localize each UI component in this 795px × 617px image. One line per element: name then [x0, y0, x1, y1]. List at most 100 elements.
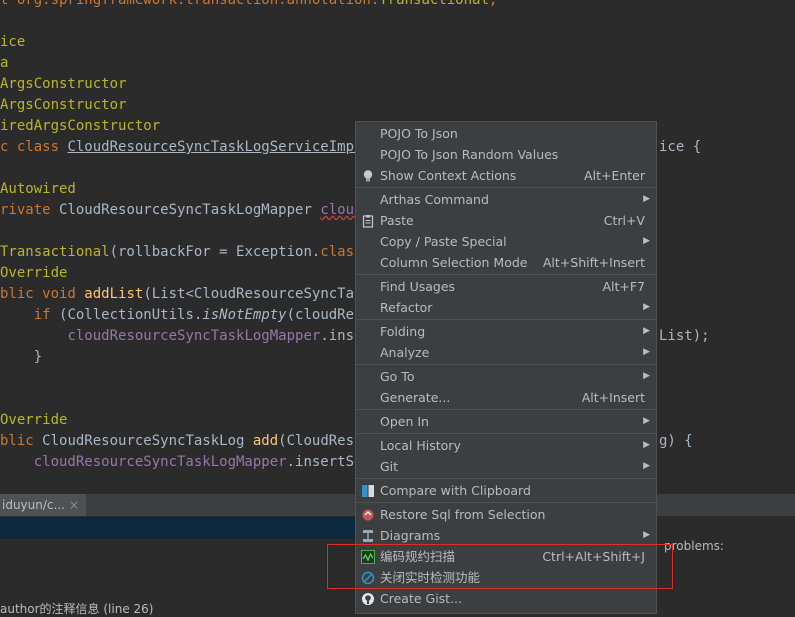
menu-item-shortcut: Alt+Enter: [584, 168, 645, 183]
github-icon: [361, 591, 375, 605]
menu-item-shortcut: Alt+Shift+Insert: [542, 255, 645, 270]
code-line: }: [0, 347, 42, 368]
menu-item-label: Copy / Paste Special: [380, 234, 507, 249]
code-line: Override: [0, 410, 67, 431]
menu-item-refactor[interactable]: Refactor ▶: [356, 297, 656, 318]
menu-item-label: Restore Sql from Selection: [380, 507, 546, 522]
menu-separator: [356, 433, 656, 434]
menu-item-compare-with-clipboard[interactable]: Compare with Clipboard: [356, 480, 656, 501]
menu-separator: [356, 409, 656, 410]
menu-item-git[interactable]: Git ▶: [356, 456, 656, 477]
menu-item-create-gist[interactable]: Create Gist...: [356, 588, 656, 609]
close-icon[interactable]: ×: [69, 498, 79, 512]
code-line: if (CollectionUtils.isNotEmpty(cloudReso…: [0, 305, 388, 326]
menu-item-label: Generate...: [380, 390, 451, 405]
code-line: blic CloudResourceSyncTaskLog add(CloudR…: [0, 431, 371, 452]
menu-item-arthas-command[interactable]: Arthas Command ▶: [356, 189, 656, 210]
code-token: CloudResourceSyncTaskLog: [42, 433, 253, 449]
code-line: ArgsConstructor: [0, 95, 126, 116]
menu-separator: [356, 502, 656, 503]
menu-item-analyze[interactable]: Analyze ▶: [356, 342, 656, 363]
bottom-tab-label: iduyun/c...: [2, 498, 65, 512]
selected-row[interactable]: [0, 517, 360, 539]
bottom-tab[interactable]: iduyun/c... ×: [0, 494, 86, 516]
author-info-item[interactable]: author的注释信息 (line 26): [0, 600, 153, 617]
code-line: t org.springframework.transaction.annota…: [0, 0, 497, 11]
code-token: isNotEmpty: [202, 307, 287, 323]
code-line: cloudResourceSyncTaskLogMapper.insertB: [0, 326, 387, 347]
code-line: ice: [0, 32, 25, 53]
menu-item-diagrams[interactable]: Diagrams ▶: [356, 525, 656, 546]
code-line: ArgsConstructor: [0, 74, 126, 95]
code-token: t org.springframework.transaction.annota…: [0, 0, 380, 8]
menu-item-shortcut: Alt+Insert: [581, 390, 645, 405]
compare-icon: [361, 483, 375, 497]
submenu-arrow-icon: ▶: [643, 302, 650, 312]
menu-item-find-usages[interactable]: Find Usages Alt+F7: [356, 276, 656, 297]
code-fragment: ice {: [659, 139, 702, 155]
submenu-arrow-icon: ▶: [643, 236, 650, 246]
code-line: c class CloudResourceSyncTaskLogServiceI…: [0, 137, 379, 158]
submenu-arrow-icon: ▶: [643, 440, 650, 450]
code-token: CloudResourceSyncTaskLogMapper: [59, 202, 321, 218]
menu-item-folding[interactable]: Folding ▶: [356, 321, 656, 342]
menu-item-label: Refactor: [380, 300, 433, 315]
menu-item-copy-paste-special[interactable]: Copy / Paste Special ▶: [356, 231, 656, 252]
menu-item-open-in[interactable]: Open In ▶: [356, 411, 656, 432]
code-token: if: [33, 307, 60, 323]
menu-item-local-history[interactable]: Local History ▶: [356, 435, 656, 456]
menu-item-label: Go To: [380, 369, 415, 384]
menu-item-generate[interactable]: Generate... Alt+Insert: [356, 387, 656, 408]
menu-item-pojo-to-json[interactable]: POJO To Json: [356, 123, 656, 144]
code-token: c class: [0, 139, 68, 155]
diagram-icon: [361, 528, 375, 542]
menu-item-label: Paste: [380, 213, 414, 228]
code-line: Autowired: [0, 179, 76, 200]
code-token: Transactional: [379, 0, 489, 8]
menu-item-label: Show Context Actions: [380, 168, 517, 183]
menu-item-label: POJO To Json: [380, 126, 458, 141]
code-token: rivate: [0, 202, 60, 218]
menu-item-restore-sql-from-selection[interactable]: Restore Sql from Selection: [356, 504, 656, 525]
menu-item-pojo-to-json-random-values[interactable]: POJO To Json Random Values: [356, 144, 656, 165]
code-token: cloudResourceSyncTaskLogMapper: [33, 454, 287, 470]
menu-item-column-selection-mode[interactable]: Column Selection Mode Alt+Shift+Insert: [356, 252, 656, 273]
context-menu: POJO To Json POJO To Json Random Values Sh…: [355, 121, 657, 614]
menu-item-shortcut: Ctrl+V: [603, 213, 645, 228]
submenu-arrow-icon: ▶: [643, 530, 650, 540]
menu-separator: [356, 478, 656, 479]
code-token: ArgsConstructor: [0, 76, 127, 92]
menu-item-paste[interactable]: Paste Ctrl+V: [356, 210, 656, 231]
code-fragment: List);: [659, 328, 710, 344]
code-token: cloudResourceSyncTaskLogMapper: [67, 328, 321, 344]
code-token: iredArgsConstructor: [0, 118, 161, 134]
code-line: blic void addList(List<CloudResourceSync…: [0, 284, 371, 305]
code-token: ice: [0, 34, 26, 50]
code-token: CloudResourceSyncTaskLogServiceImpl: [67, 139, 363, 155]
code-token: ;: [488, 0, 498, 8]
code-token: Override: [0, 412, 68, 428]
code-fragment: g) {: [659, 433, 693, 449]
menu-item-label: Column Selection Mode: [380, 255, 528, 270]
code-token: ArgsConstructor: [0, 97, 127, 113]
code-line: rivate CloudResourceSyncTaskLogMapper cl…: [0, 200, 379, 221]
code-token: (rollbackFor = Exception.: [109, 244, 321, 260]
code-token: }: [0, 349, 43, 365]
code-token: (List<CloudResourceSyncTask: [143, 286, 371, 302]
submenu-arrow-icon: ▶: [643, 416, 650, 426]
code-token: Transactional: [0, 244, 110, 260]
code-token: blic void: [0, 286, 85, 302]
code-token: Autowired: [0, 181, 76, 197]
code-line: iredArgsConstructor: [0, 116, 160, 137]
menu-item-show-context-actions[interactable]: Show Context Actions Alt+Enter: [356, 165, 656, 186]
menu-item-label: Folding: [380, 324, 426, 339]
menu-item-label: Analyze: [380, 345, 430, 360]
code-token: a: [0, 55, 9, 71]
menu-item-go-to[interactable]: Go To ▶: [356, 366, 656, 387]
menu-item-shortcut: Alt+F7: [602, 279, 645, 294]
menu-separator: [356, 187, 656, 188]
code-token: addList: [84, 286, 144, 302]
code-token: add: [252, 433, 279, 449]
